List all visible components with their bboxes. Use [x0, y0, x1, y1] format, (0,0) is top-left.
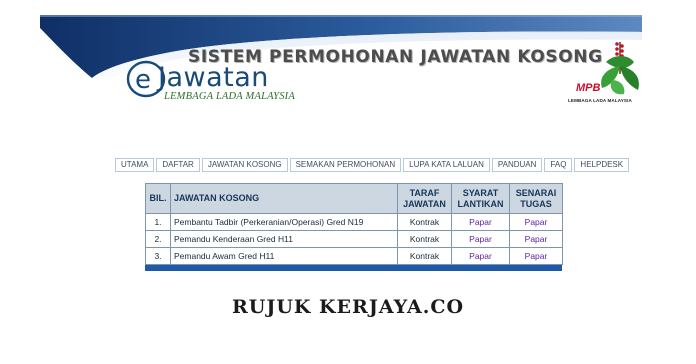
- job-status: Kontrak: [397, 213, 452, 231]
- nav-item-semakan-permohonan[interactable]: SEMAKAN PERMOHONAN: [289, 158, 402, 172]
- nav-item-panduan[interactable]: PANDUAN: [491, 158, 543, 172]
- nav-item-daftar[interactable]: DAFTAR: [156, 158, 200, 172]
- agency-logo-text: MPB: [576, 82, 601, 94]
- col-header-senarai: SENARAI TUGAS: [509, 183, 563, 214]
- senarai-tugas-link[interactable]: Papar: [525, 251, 548, 261]
- nav-item-jawatan-kosong[interactable]: JAWATAN KOSONG: [201, 158, 288, 172]
- job-title: Pemandu Kenderaan Gred H11: [170, 230, 398, 248]
- table-header-row: BIL. JAWATAN KOSONG TARAF JAWATAN SYARAT L…: [145, 183, 563, 214]
- col-header-syarat-line1: SYARAT: [462, 187, 499, 198]
- main-nav: UTAMA DAFTAR JAWATAN KOSONG SEMAKAN PERM…: [115, 158, 630, 172]
- col-header-jawatan: JAWATAN KOSONG: [170, 183, 398, 214]
- row-number: 1.: [145, 213, 171, 231]
- watermark-text: RUJUK KERJAYA.CO: [232, 296, 464, 318]
- syarat-lantikan-link[interactable]: Papar: [469, 217, 492, 227]
- col-header-syarat: SYARAT LANTIKAN: [451, 183, 510, 214]
- job-title: Pemandu Awam Gred H11: [170, 247, 398, 265]
- col-header-bil: BIL.: [145, 183, 171, 214]
- header-banner: SISTEM PERMOHONAN JAWATAN KOSONG e Jawat…: [0, 0, 696, 115]
- syarat-lantikan-link[interactable]: Papar: [469, 251, 492, 261]
- nav-item-lupa-kata-laluan[interactable]: LUPA KATA LALUAN: [403, 158, 490, 172]
- agency-logo: MPB LEMBAGA LADA MALAYSIA: [568, 40, 654, 108]
- table-footer-bar: [145, 265, 562, 271]
- senarai-tugas-link[interactable]: Papar: [525, 234, 548, 244]
- svg-text:e: e: [135, 65, 151, 95]
- row-number: 2.: [145, 230, 171, 248]
- col-header-senarai-line2: TUGAS: [520, 198, 552, 209]
- agency-logo-subtitle: LEMBAGA LADA MALAYSIA: [568, 98, 632, 103]
- ejawatan-subtitle: LEMBAGA LADA MALAYSIA: [164, 91, 295, 102]
- ejawatan-logo[interactable]: e Jawatan LEMBAGA LADA MALAYSIA: [126, 58, 306, 106]
- col-header-taraf: TARAF JAWATAN: [397, 183, 452, 214]
- job-status: Kontrak: [397, 247, 452, 265]
- vacancies-table: BIL. JAWATAN KOSONG TARAF JAWATAN SYARAT L…: [145, 183, 563, 265]
- job-status: Kontrak: [397, 230, 452, 248]
- job-title: Pembantu Tadbir (Perkeranian/Operasi) Gr…: [170, 213, 398, 231]
- table-row: 1. Pembantu Tadbir (Perkeranian/Operasi)…: [145, 213, 563, 231]
- vacancies-table-container: BIL. JAWATAN KOSONG TARAF JAWATAN SYARAT L…: [145, 183, 563, 271]
- nav-item-helpdesk[interactable]: HELPDESK: [574, 158, 630, 172]
- col-header-syarat-line2: LANTIKAN: [457, 198, 504, 209]
- senarai-tugas-link[interactable]: Papar: [525, 217, 548, 227]
- table-row: 3. Pemandu Awam Gred H11 Kontrak Papar P…: [145, 247, 563, 265]
- nav-item-utama[interactable]: UTAMA: [115, 158, 155, 172]
- col-header-taraf-line1: TARAF: [409, 187, 440, 198]
- col-header-senarai-line1: SENARAI: [515, 187, 557, 198]
- nav-item-faq[interactable]: FAQ: [544, 158, 573, 172]
- syarat-lantikan-link[interactable]: Papar: [469, 234, 492, 244]
- table-row: 2. Pemandu Kenderaan Gred H11 Kontrak Pa…: [145, 230, 563, 248]
- row-number: 3.: [145, 247, 171, 265]
- col-header-taraf-line2: JAWATAN: [403, 198, 446, 209]
- ejawatan-wordmark: Jawatan: [158, 62, 269, 93]
